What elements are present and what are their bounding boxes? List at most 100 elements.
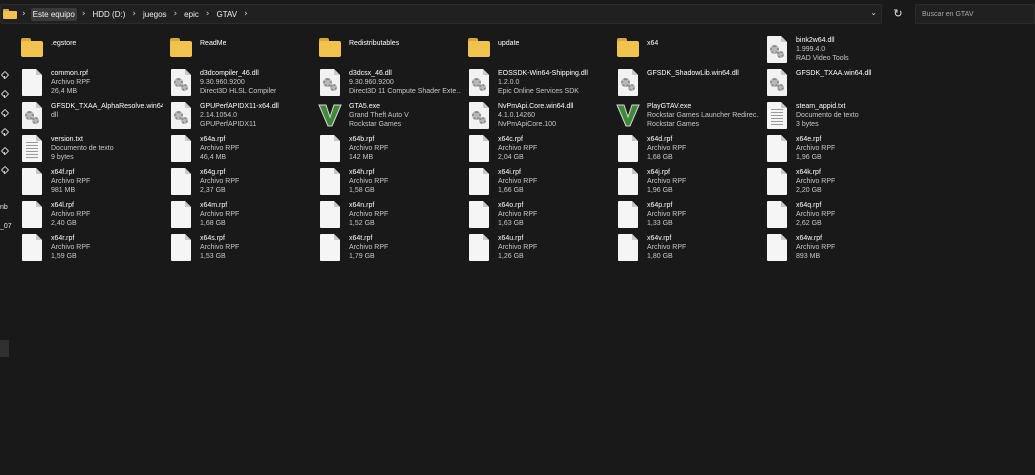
search-input[interactable] [922, 10, 1028, 18]
file-detail: Direct3D 11 Compute Shader Exte... [349, 88, 461, 95]
folder-icon [3, 9, 17, 19]
file-icon [616, 134, 640, 164]
file-name: update [498, 40, 520, 47]
file-detail: RAD Video Tools [796, 55, 849, 62]
file-info: x64f.rpf Archivo RPF 981 MB [51, 167, 90, 195]
folder-item[interactable]: .egstore [20, 35, 169, 68]
file-item[interactable]: x64u.rpf Archivo RPF 1,26 GB [467, 233, 616, 266]
breadcrumb-hdd[interactable]: HDD (D:) [90, 8, 127, 21]
file-type: Archivo RPF [647, 244, 687, 251]
file-item[interactable]: x64q.rpf Archivo RPF 2,62 GB [765, 200, 914, 233]
search-box[interactable] [915, 4, 1035, 24]
file-item[interactable]: d3dcsx_46.dll 9.30.960.9200 Direct3D 11 Co… [318, 68, 467, 101]
breadcrumb-este-equipo[interactable]: Este equipo [30, 7, 77, 21]
nav-item-selected[interactable] [0, 340, 9, 357]
file-info: x64b.rpf Archivo RPF 142 MB [349, 134, 388, 162]
file-item[interactable]: common.rpf Archivo RPF 26,4 MB [20, 68, 169, 101]
gta-v-icon [318, 101, 342, 131]
text-file-icon [20, 134, 44, 164]
file-item[interactable]: x64b.rpf Archivo RPF 142 MB [318, 134, 467, 167]
chevron-right-icon[interactable]: › [174, 9, 178, 19]
folder-item[interactable]: ReadMe [169, 35, 318, 68]
chevron-right-icon[interactable]: › [132, 9, 136, 19]
breadcrumb-gtav[interactable]: GTAV [214, 8, 239, 21]
file-detail: 1,96 GB [647, 187, 673, 194]
file-type: Archivo RPF [498, 178, 538, 185]
file-item[interactable]: x64o.rpf Archivo RPF 1,63 GB [467, 200, 616, 233]
breadcrumb-epic[interactable]: epic [182, 8, 201, 21]
file-item[interactable]: x64i.rpf Archivo RPF 1,66 GB [467, 167, 616, 200]
file-name: Redistributables [349, 40, 400, 47]
file-item[interactable]: GPUPerfAPIDX11-x64.dll 2.14.1054.0 GPUPerf… [169, 101, 318, 134]
file-item[interactable]: PlayGTAV.exe Rockstar Games Launcher Redi… [616, 101, 765, 134]
file-type: Archivo RPF [796, 145, 836, 152]
file-item[interactable]: d3dcompiler_46.dll 9.30.960.9200 Direct3D … [169, 68, 318, 101]
file-type: Archivo RPF [349, 145, 389, 152]
file-info: EOSSDK-Win64-Shipping.dll 1.2.0.0 Epic Onl… [498, 68, 588, 96]
chevron-right-icon[interactable]: › [244, 9, 248, 19]
file-item[interactable]: NvPmApi.Core.win64.dll 4.1.0.14260 NvPmApi… [467, 101, 616, 134]
file-type: 2.14.1054.0 [200, 112, 237, 119]
file-name: x64q.rpf [796, 202, 822, 209]
file-item[interactable]: x64p.rpf Archivo RPF 1,33 GB [616, 200, 765, 233]
file-item[interactable]: GFSDK_ShadowLib.win64.dll [616, 68, 765, 101]
file-detail: 26,4 MB [51, 88, 78, 95]
file-item[interactable]: x64r.rpf Archivo RPF 1,59 GB [20, 233, 169, 266]
chevron-down-icon[interactable]: ⌄ [870, 8, 877, 17]
file-detail: 46,4 MB [200, 154, 227, 161]
file-item[interactable]: x64t.rpf Archivo RPF 1,79 GB [318, 233, 467, 266]
file-item[interactable]: x64j.rpf Archivo RPF 1,96 GB [616, 167, 765, 200]
file-item[interactable]: bink2w64.dll 1.999.4.0 RAD Video Tools [765, 35, 914, 68]
file-item[interactable]: x64k.rpf Archivo RPF 2,20 GB [765, 167, 914, 200]
pin-icon [1, 72, 7, 79]
file-info: NvPmApi.Core.win64.dll 4.1.0.14260 NvPmApi… [498, 101, 573, 129]
file-type: 1.999.4.0 [796, 46, 826, 53]
breadcrumb-juegos[interactable]: juegos [141, 8, 169, 21]
file-item[interactable]: x64v.rpf Archivo RPF 1,80 GB [616, 233, 765, 266]
file-item[interactable]: x64h.rpf Archivo RPF 1,58 GB [318, 167, 467, 200]
file-info: version.txt Documento de texto 9 bytes [51, 134, 114, 162]
file-info: x64w.rpf Archivo RPF 893 MB [796, 233, 835, 261]
nav-item-clipped[interactable]: _07 [0, 223, 12, 230]
dll-gears-icon [467, 101, 491, 131]
folder-item[interactable]: update [467, 35, 616, 68]
file-name: GFSDK_ShadowLib.win64.dll [647, 70, 739, 77]
file-item[interactable]: x64d.rpf Archivo RPF 1,68 GB [616, 134, 765, 167]
file-item[interactable]: x64m.rpf Archivo RPF 1,68 GB [169, 200, 318, 233]
address-bar[interactable]: › Este equipo › HDD (D:) › juegos › epic… [0, 4, 882, 24]
file-item[interactable]: GTA5.exe Grand Theft Auto V Rockstar Games [318, 101, 467, 134]
folder-item[interactable]: Redistributables [318, 35, 467, 68]
file-item[interactable]: x64w.rpf Archivo RPF 893 MB [765, 233, 914, 266]
file-item[interactable]: GFSDK_TXAA.win64.dll [765, 68, 914, 101]
file-item[interactable]: x64a.rpf Archivo RPF 46,4 MB [169, 134, 318, 167]
file-detail: 1,26 GB [498, 253, 524, 260]
file-item[interactable]: steam_appid.txt Documento de texto 3 bytes [765, 101, 914, 134]
file-icon [169, 167, 193, 197]
file-info: common.rpf Archivo RPF 26,4 MB [51, 68, 90, 96]
file-item[interactable]: x64l.rpf Archivo RPF 2,40 GB [20, 200, 169, 233]
file-name: x64o.rpf [498, 202, 524, 209]
file-type: Archivo RPF [349, 244, 389, 251]
folder-item[interactable]: x64 [616, 35, 765, 68]
chevron-right-icon[interactable]: › [82, 9, 86, 19]
file-item[interactable]: EOSSDK-Win64-Shipping.dll 1.2.0.0 Epic Onl… [467, 68, 616, 101]
file-item[interactable]: x64f.rpf Archivo RPF 981 MB [20, 167, 169, 200]
file-item[interactable]: x64e.rpf Archivo RPF 1,96 GB [765, 134, 914, 167]
file-item[interactable]: x64c.rpf Archivo RPF 2,04 GB [467, 134, 616, 167]
file-item[interactable]: version.txt Documento de texto 9 bytes [20, 134, 169, 167]
file-item[interactable]: GFSDK_TXAA_AlphaResolve.win64. dll [20, 101, 169, 134]
file-detail: 1,33 GB [647, 220, 673, 227]
file-type: Archivo RPF [51, 178, 91, 185]
file-item[interactable]: x64g.rpf Archivo RPF 2,37 GB [169, 167, 318, 200]
chevron-right-icon[interactable]: › [22, 9, 26, 19]
refresh-button[interactable]: ↻ [888, 5, 908, 23]
pin-icon [1, 91, 7, 98]
file-info: x64q.rpf Archivo RPF 2,62 GB [796, 200, 835, 228]
file-item[interactable]: x64n.rpf Archivo RPF 1,52 GB [318, 200, 467, 233]
chevron-right-icon[interactable]: › [206, 9, 210, 19]
file-item[interactable]: x64s.rpf Archivo RPF 1,53 GB [169, 233, 318, 266]
file-name: x64c.rpf [498, 136, 523, 143]
file-name: GFSDK_TXAA_AlphaResolve.win64. [51, 103, 163, 110]
nav-item-clipped[interactable]: nb [0, 204, 8, 211]
file-name: x64n.rpf [349, 202, 375, 209]
